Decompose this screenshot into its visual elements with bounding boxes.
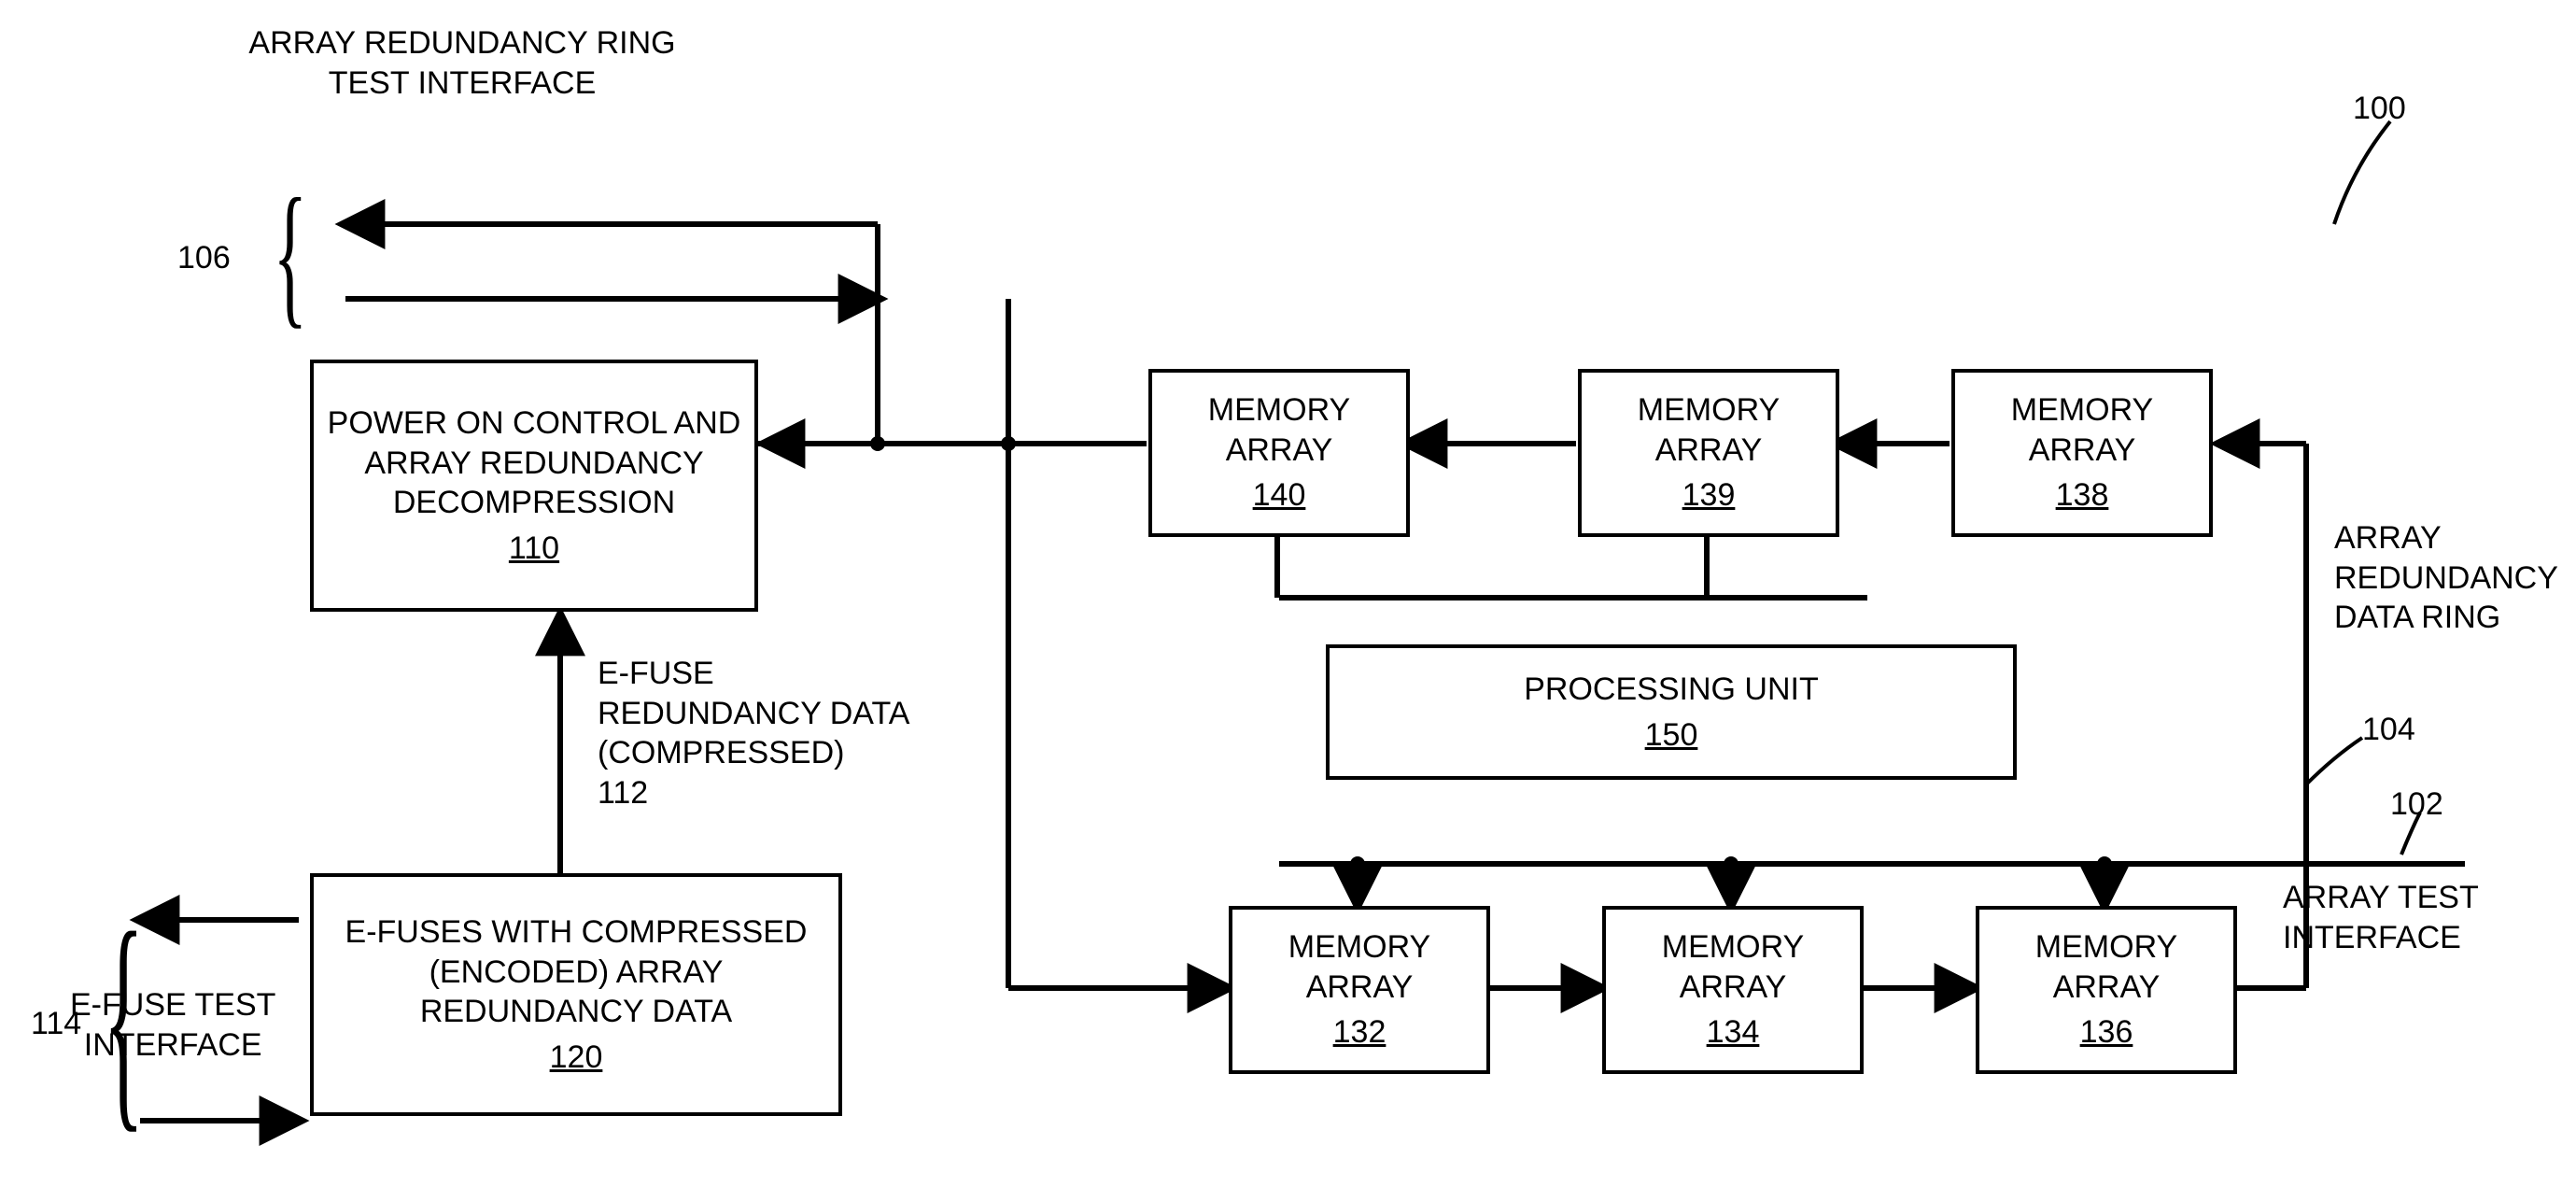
block-power-text: POWER ON CONTROL AND ARRAY REDUNDANCY DE… bbox=[323, 403, 745, 523]
brace-106: { bbox=[273, 175, 307, 333]
ref-114: 114 bbox=[31, 1004, 81, 1044]
block-mem-138: MEMORY ARRAY 138 bbox=[1951, 369, 2213, 537]
label-efuse-test-interface: E-FUSE TEST INTERFACE bbox=[70, 985, 275, 1065]
block-mem-136: MEMORY ARRAY 136 bbox=[1976, 906, 2237, 1074]
block-efuses: E-FUSES WITH COMPRESSED (ENCODED) ARRAY … bbox=[310, 873, 842, 1116]
mem-139-ref: 139 bbox=[1682, 475, 1736, 516]
label-array-redundancy-data-ring: ARRAY REDUNDANCY DATA RING bbox=[2334, 518, 2558, 638]
mem-136-text: MEMORY ARRAY bbox=[1989, 927, 2224, 1007]
block-mem-132: MEMORY ARRAY 132 bbox=[1229, 906, 1490, 1074]
block-mem-139: MEMORY ARRAY 139 bbox=[1578, 369, 1839, 537]
pu-text: PROCESSING UNIT bbox=[1524, 670, 1818, 710]
block-power-on-control: POWER ON CONTROL AND ARRAY REDUNDANCY DE… bbox=[310, 360, 758, 612]
mem-138-ref: 138 bbox=[2056, 475, 2109, 516]
mem-132-text: MEMORY ARRAY bbox=[1242, 927, 1477, 1007]
diagram-root: ARRAY REDUNDANCY RING TEST INTERFACE 106… bbox=[0, 0, 2576, 1187]
mem-134-ref: 134 bbox=[1707, 1012, 1760, 1053]
ref-106: 106 bbox=[177, 238, 231, 278]
label-efuse-redundancy-data: E-FUSE REDUNDANCY DATA (COMPRESSED) 112 bbox=[598, 654, 909, 813]
ref-100: 100 bbox=[2353, 89, 2406, 129]
brace-114: { bbox=[104, 897, 145, 1139]
block-processing-unit: PROCESSING UNIT 150 bbox=[1326, 644, 2017, 780]
block-mem-134: MEMORY ARRAY 134 bbox=[1602, 906, 1864, 1074]
mem-140-ref: 140 bbox=[1253, 475, 1306, 516]
block-efuses-text: E-FUSES WITH COMPRESSED (ENCODED) ARRAY … bbox=[323, 912, 829, 1032]
pu-ref: 150 bbox=[1645, 715, 1698, 756]
mem-134-text: MEMORY ARRAY bbox=[1615, 927, 1851, 1007]
block-power-ref: 110 bbox=[509, 529, 559, 569]
mem-139-text: MEMORY ARRAY bbox=[1591, 390, 1826, 470]
ref-104: 104 bbox=[2362, 710, 2415, 750]
mem-140-text: MEMORY ARRAY bbox=[1161, 390, 1397, 470]
label-array-test-interface: ARRAY TEST INTERFACE bbox=[2283, 878, 2479, 957]
mem-138-text: MEMORY ARRAY bbox=[1964, 390, 2200, 470]
title-array-redundancy-ring-test-interface: ARRAY REDUNDANCY RING TEST INTERFACE bbox=[173, 23, 752, 103]
block-efuses-ref: 120 bbox=[550, 1038, 603, 1078]
mem-136-ref: 136 bbox=[2080, 1012, 2133, 1053]
ref-102: 102 bbox=[2390, 784, 2443, 825]
block-mem-140: MEMORY ARRAY 140 bbox=[1148, 369, 1410, 537]
mem-132-ref: 132 bbox=[1333, 1012, 1387, 1053]
